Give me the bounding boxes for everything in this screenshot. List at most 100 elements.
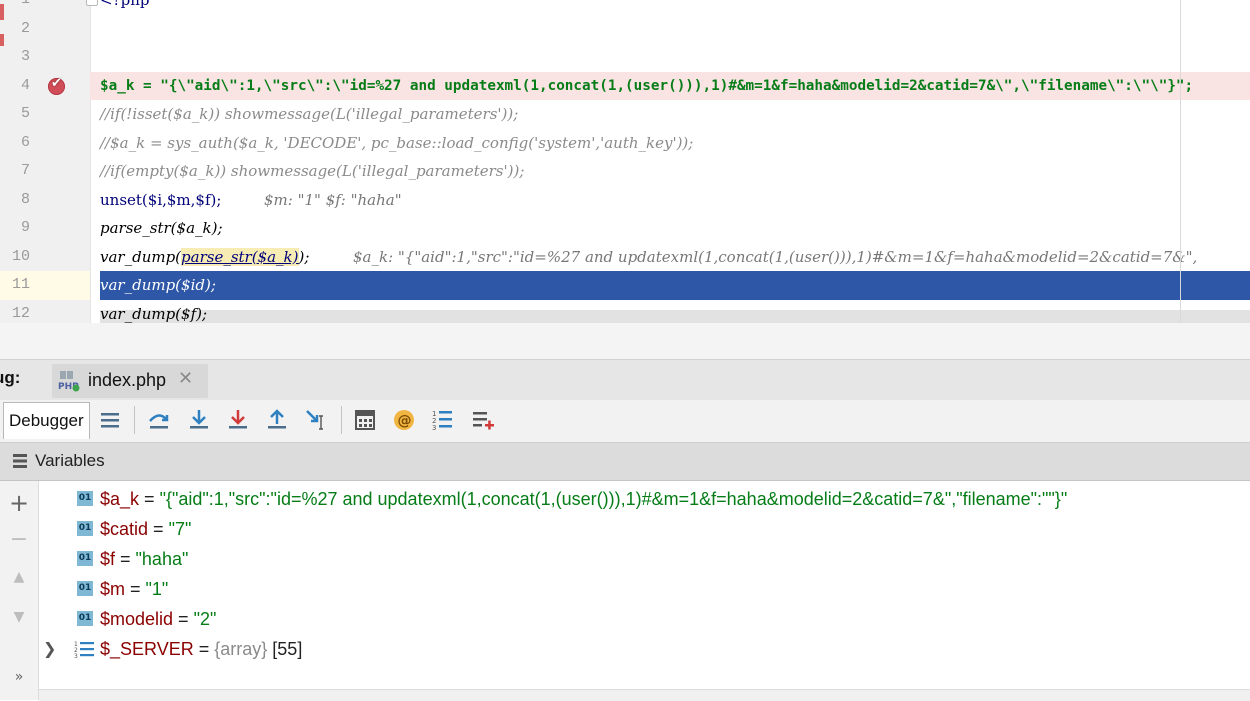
more-icon[interactable]: » bbox=[9, 669, 29, 685]
tab-index-php[interactable]: PHP index.php ✕ bbox=[52, 364, 208, 398]
variable-value: "1" bbox=[145, 579, 169, 599]
code-text: <?php bbox=[100, 0, 150, 9]
equals-sign: = bbox=[148, 519, 169, 539]
code-line-1[interactable]: 1 <?php bbox=[0, 0, 1250, 15]
error-stripe-marker bbox=[0, 34, 4, 46]
code-line-3[interactable]: 3 bbox=[0, 43, 1250, 72]
inline-debug-hint: $a_k: "{"aid":1,"src":"id=%27 and update… bbox=[353, 247, 1198, 266]
code-text: parse_str($a_k); bbox=[100, 219, 223, 237]
move-up-icon[interactable]: ▲ bbox=[9, 569, 29, 585]
error-stripe-marker bbox=[0, 4, 4, 20]
code-line-10[interactable]: 10 var_dump(parse_str($a_k)); $a_k: "{"a… bbox=[0, 243, 1250, 272]
force-step-into-icon[interactable] bbox=[225, 407, 251, 433]
step-over-icon[interactable] bbox=[146, 407, 172, 433]
line-number: 12 bbox=[11, 304, 30, 322]
primitive-value-icon: 01 bbox=[77, 611, 93, 626]
numbered-list-icon[interactable]: 1 2 3 bbox=[430, 407, 456, 433]
line-number: 10 bbox=[11, 247, 30, 265]
variable-row[interactable]: 01 $f = "haha" bbox=[39, 544, 1250, 574]
code-line-7[interactable]: 7 //if(empty($a_k)) showmessage(L('illeg… bbox=[0, 157, 1250, 186]
variables-tree[interactable]: 01 $a_k = "{"aid":1,"src":"id=%27 and up… bbox=[39, 481, 1250, 689]
tab-debugger[interactable]: Debugger bbox=[3, 402, 90, 439]
code-editor[interactable]: 1 <?php 2 3 4 ✔ $a_k = "{\"aid\":1,\"src… bbox=[0, 0, 1250, 323]
equals-sign: = bbox=[115, 549, 136, 569]
variable-count: [55] bbox=[272, 639, 303, 659]
equals-sign: = bbox=[125, 579, 146, 599]
equals-sign: = bbox=[193, 639, 215, 659]
debugger-toolbar: Debugger @ 1 2 3 bbox=[0, 400, 1250, 443]
code-line-4[interactable]: 4 ✔ $a_k = "{\"aid\":1,\"src\":\"id=%27 … bbox=[0, 71, 1250, 100]
code-token: ); bbox=[298, 247, 310, 266]
variables-side-toolbar: + − ▲ ▼ » bbox=[0, 481, 39, 700]
line-number: 8 bbox=[20, 190, 30, 208]
highlighted-call: parse_str($a_k) bbox=[181, 247, 299, 266]
fold-marker-icon[interactable] bbox=[86, 0, 98, 6]
code-text: var_dump(parse_str($a_k)); bbox=[100, 243, 309, 272]
step-into-icon[interactable] bbox=[186, 407, 212, 433]
equals-sign: = bbox=[139, 489, 160, 509]
frames-menu-icon[interactable] bbox=[97, 407, 123, 433]
variable-value: "haha" bbox=[135, 549, 189, 569]
remove-icon[interactable]: − bbox=[9, 527, 29, 552]
variable-row[interactable]: 01 $modelid = "2" bbox=[39, 604, 1250, 634]
variable-name: $modelid bbox=[100, 609, 174, 629]
tab-label: Debugger bbox=[9, 411, 84, 430]
line-number: 5 bbox=[20, 105, 30, 122]
code-line-6[interactable]: 6 //$a_k = sys_auth($a_k, 'DECODE', pc_b… bbox=[0, 129, 1250, 158]
step-out-icon[interactable] bbox=[264, 407, 290, 433]
horizontal-scrollbar[interactable] bbox=[39, 689, 1250, 701]
primitive-value-icon: 01 bbox=[77, 581, 93, 596]
array-icon: 1 2 3 bbox=[74, 641, 94, 658]
primitive-value-icon: 01 bbox=[77, 491, 93, 506]
move-down-icon[interactable]: ▼ bbox=[9, 609, 29, 625]
line-number: 6 bbox=[20, 133, 30, 151]
variable-row[interactable]: 01 $a_k = "{"aid":1,"src":"id=%27 and up… bbox=[39, 484, 1250, 514]
right-margin-guide bbox=[1180, 0, 1181, 323]
code-text: $a_k = "{\"aid\":1,\"src\":\"id=%27 and … bbox=[100, 77, 1194, 94]
breakpoint-check-icon: ✔ bbox=[51, 75, 62, 91]
line-number: 2 bbox=[20, 19, 30, 37]
watch-icon[interactable]: @ bbox=[391, 407, 417, 433]
code-line-12[interactable]: 12 var_dump($f); bbox=[0, 300, 1250, 323]
code-text: unset($i,$m,$f); bbox=[100, 190, 222, 209]
code-line-2[interactable]: 2 bbox=[0, 15, 1250, 44]
toolbar-separator bbox=[341, 406, 342, 434]
code-line-8[interactable]: 8 unset($i,$m,$f); $m: "1" $f: "haha" bbox=[0, 186, 1250, 215]
php-file-icon: PHP bbox=[58, 371, 80, 392]
code-line-9[interactable]: 9 parse_str($a_k); bbox=[0, 214, 1250, 243]
line-number: 3 bbox=[20, 48, 30, 65]
code-line-5[interactable]: 5 //if(!isset($a_k)) showmessage(L('ille… bbox=[0, 100, 1250, 129]
svg-text:@: @ bbox=[398, 413, 412, 429]
code-comment: //$a_k = sys_auth($a_k, 'DECODE', pc_bas… bbox=[100, 133, 694, 152]
variable-name: $m bbox=[100, 579, 126, 599]
svg-text:3: 3 bbox=[74, 653, 78, 658]
svg-text:3: 3 bbox=[432, 424, 436, 432]
variable-row[interactable]: ❯ 1 2 3 $_SERVER = {array} [55] bbox=[39, 634, 1250, 664]
add-icon[interactable]: + bbox=[9, 489, 29, 517]
variable-name: $a_k bbox=[100, 489, 140, 509]
variables-header: Variables bbox=[0, 443, 1250, 481]
line-number: 9 bbox=[20, 219, 30, 236]
variable-name: $f bbox=[100, 549, 116, 569]
add-watch-icon[interactable] bbox=[470, 407, 496, 433]
evaluate-expression-icon[interactable] bbox=[352, 407, 378, 433]
line-number: 1 bbox=[0, 0, 30, 15]
chevron-right-icon[interactable]: ❯ bbox=[43, 634, 56, 664]
variable-value: "7" bbox=[168, 519, 192, 539]
debug-tool-label: ug: bbox=[0, 368, 21, 387]
execution-point-highlight bbox=[100, 271, 1250, 300]
panel-divider[interactable] bbox=[0, 323, 1250, 360]
variable-row[interactable]: 01 $m = "1" bbox=[39, 574, 1250, 604]
code-text: var_dump($id); bbox=[100, 276, 216, 294]
equals-sign: = bbox=[173, 609, 194, 629]
variable-name: $catid bbox=[100, 519, 149, 539]
variable-value: "2" bbox=[193, 609, 217, 629]
variable-type: {array} bbox=[214, 639, 268, 659]
code-line-11[interactable]: 11 var_dump($id); bbox=[0, 271, 1250, 300]
variable-row[interactable]: 01 $catid = "7" bbox=[39, 514, 1250, 544]
line-number: 7 bbox=[20, 162, 30, 179]
primitive-value-icon: 01 bbox=[77, 551, 93, 566]
run-to-cursor-icon[interactable] bbox=[304, 407, 330, 433]
close-icon[interactable]: ✕ bbox=[178, 368, 193, 389]
primitive-value-icon: 01 bbox=[77, 521, 93, 536]
